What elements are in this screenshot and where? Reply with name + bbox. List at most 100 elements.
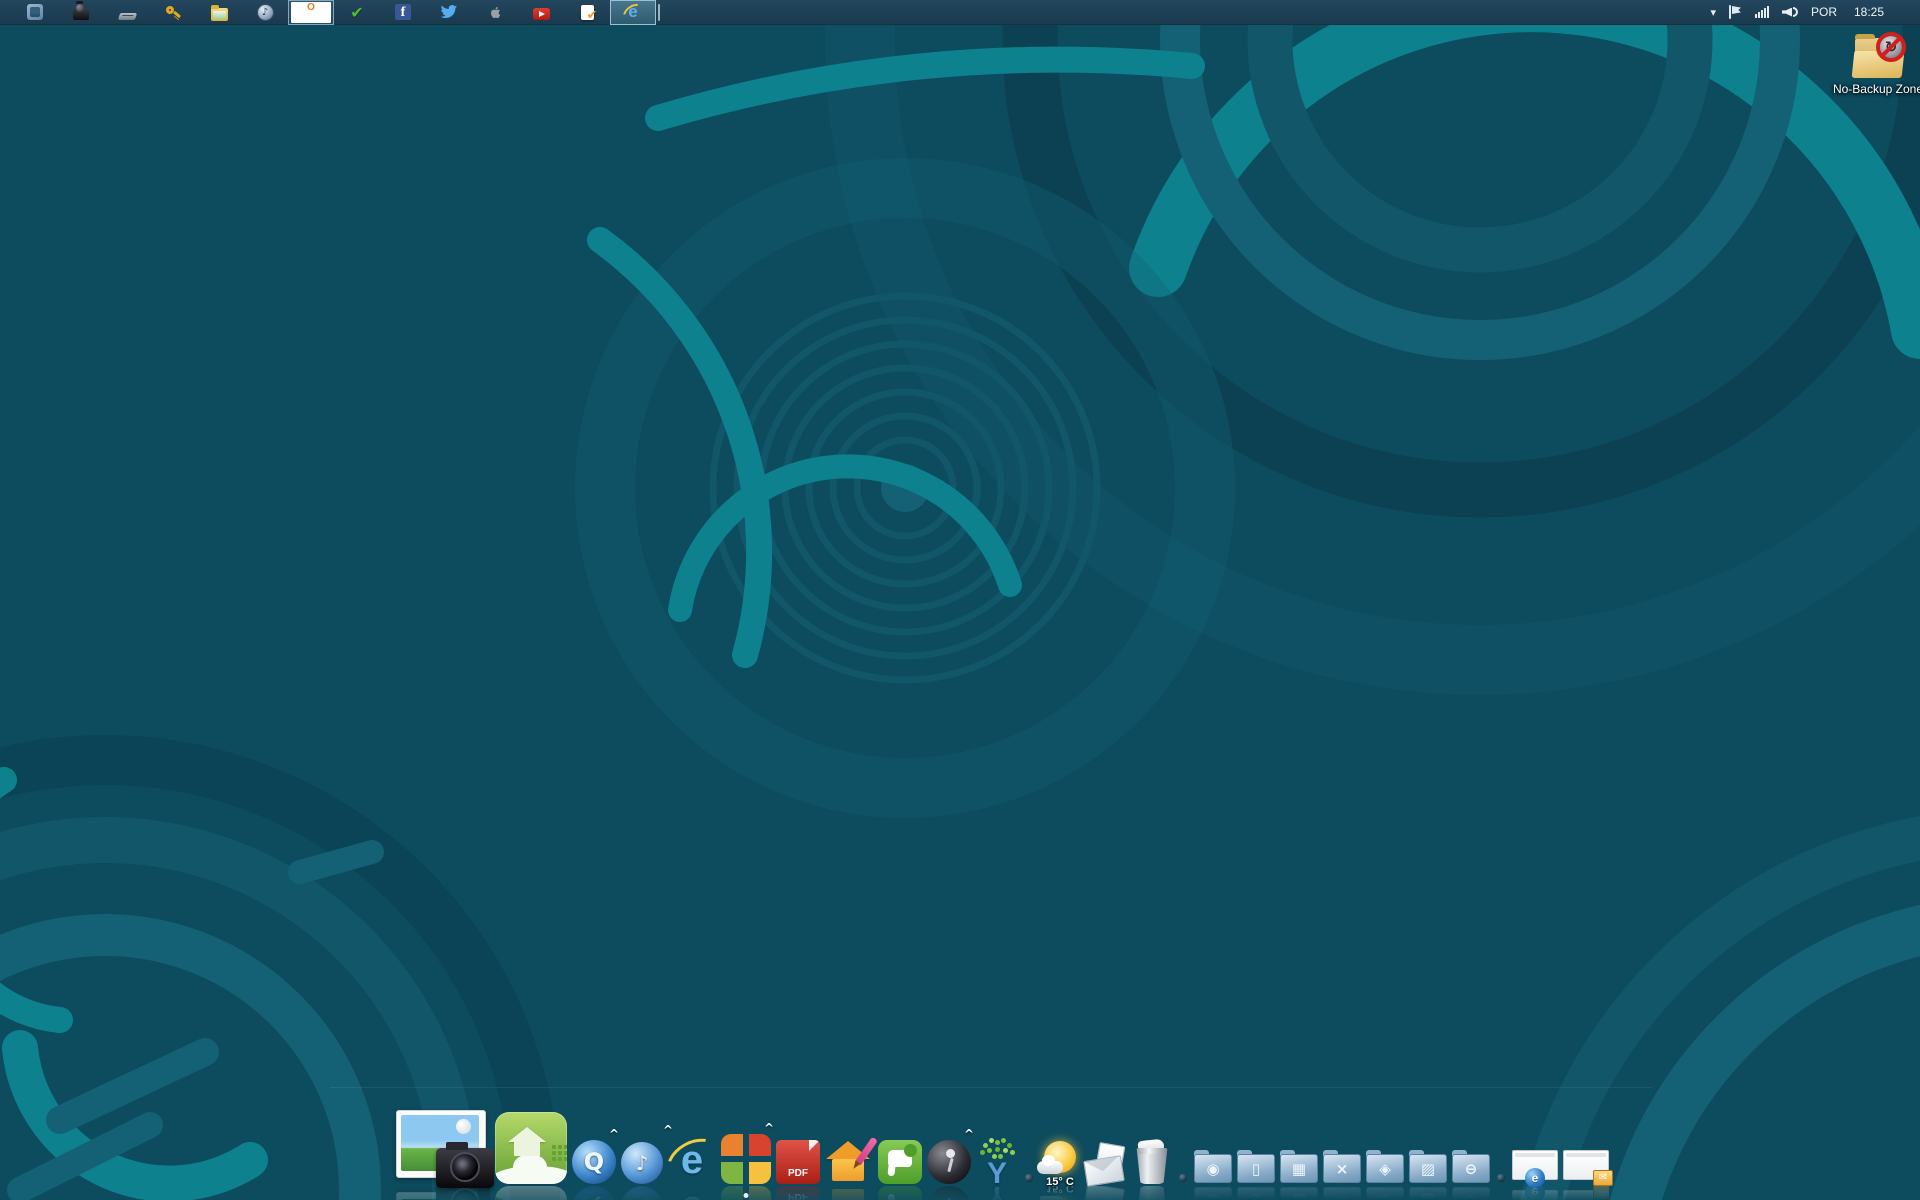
dock-evernote[interactable] [878, 1140, 922, 1184]
twitter-icon [440, 3, 458, 21]
clock[interactable]: 18:25 [1850, 5, 1884, 19]
folder-sync-icon: ◈ [1366, 1154, 1404, 1183]
action-center-flag-icon[interactable] [1729, 5, 1742, 19]
taskbar-button-facebook[interactable]: f [380, 0, 426, 25]
dock-separator [1179, 1174, 1187, 1182]
running-indicator: ^ [764, 1121, 774, 1135]
taskbar-button-internet-explorer[interactable]: e [610, 0, 656, 25]
dock-shelf-line [330, 1087, 1652, 1088]
taskbar: ♪ O ✔ f ✔ [0, 0, 1920, 25]
dock-separator [1497, 1174, 1505, 1182]
dock-window-internet-explorer[interactable]: e [1512, 1150, 1558, 1184]
dock-mail[interactable] [1085, 1144, 1127, 1184]
dock-folder-pictures[interactable]: ▨ [1409, 1154, 1447, 1184]
desktop: ♪ O ✔ f ✔ [0, 0, 1920, 1200]
internet-explorer-icon: e [624, 3, 642, 21]
folder-icon [211, 8, 228, 21]
family-tree-icon: Y [976, 1136, 1018, 1184]
mail-icon [1085, 1144, 1127, 1184]
scanner-icon [117, 13, 136, 20]
photo-gallery-icon [396, 1110, 490, 1184]
dock-folder-sync[interactable]: ◈ [1366, 1154, 1404, 1184]
recorder-icon [927, 1140, 971, 1184]
dock-folder-utilities[interactable]: × [1323, 1154, 1361, 1184]
dock-folder-documents[interactable]: ▯ [1237, 1154, 1275, 1184]
folder-utilities-icon: × [1323, 1154, 1361, 1183]
evernote-icon [878, 1140, 922, 1184]
dock-trash[interactable] [1132, 1138, 1172, 1184]
folder-internet-icon: ◉ [1194, 1154, 1232, 1183]
itunes-icon: ♪ [621, 1142, 663, 1184]
dock-photo-gallery[interactable] [396, 1110, 490, 1184]
dock-folder-tables[interactable]: ▦ [1280, 1154, 1318, 1184]
taskbar-button-youtube[interactable] [518, 0, 564, 25]
wallpaper [0, 0, 1920, 1200]
dock-folder-internet[interactable]: ◉ [1194, 1154, 1232, 1184]
taskbar-button-outlook[interactable]: O [288, 0, 334, 25]
dock-recorder[interactable]: ^ [927, 1140, 971, 1184]
folder-tables-icon: ▦ [1280, 1154, 1318, 1183]
dock-itunes[interactable]: ♪ [621, 1142, 663, 1184]
running-indicator: ^ [964, 1127, 974, 1141]
show-hidden-icons-button[interactable]: ▾ [1710, 6, 1716, 19]
network-signal-icon[interactable] [1755, 6, 1769, 18]
dock-internet-explorer[interactable]: e ^ [668, 1136, 716, 1184]
dock-separator [1025, 1174, 1033, 1182]
outlook-badge-icon: ✉ [1593, 1170, 1613, 1186]
weather-temperature: 15° C [1038, 1176, 1082, 1188]
running-dot-indicator [744, 1193, 749, 1198]
pictures-library-icon [27, 4, 43, 20]
weather-icon: 15° C [1040, 1140, 1080, 1184]
youtube-icon [533, 8, 550, 20]
pdf-icon: PDF [776, 1140, 820, 1184]
dock-family-tree[interactable]: Y [976, 1136, 1018, 1184]
internet-explorer-icon: e [668, 1136, 716, 1184]
office-icon [721, 1134, 771, 1184]
taskbar-button-keys[interactable] [150, 0, 196, 25]
trash-icon [1132, 1138, 1172, 1184]
folder-pictures-icon: ▨ [1409, 1154, 1447, 1183]
taskbar-button-pictures[interactable] [12, 0, 58, 25]
internet-explorer-badge-icon: e [1525, 1168, 1545, 1188]
running-indicator: ^ [609, 1127, 619, 1141]
window-preview-icon: ✉ [1563, 1150, 1609, 1180]
dock-quicktime[interactable]: Q ^ [572, 1140, 616, 1184]
dock: Q ^ ♪ e ^ ^ PDF ^ [396, 1110, 1609, 1184]
keys-icon [165, 4, 182, 21]
folder-documents-icon: ▯ [1237, 1154, 1275, 1183]
taskbar-button-apple[interactable] [472, 0, 518, 25]
dock-home-app[interactable] [495, 1112, 567, 1184]
taskbar-button-file-explorer[interactable] [196, 0, 242, 25]
shortcut-label: No-Backup Zone [1833, 82, 1920, 98]
volume-icon[interactable] [1782, 7, 1798, 17]
checkmark-icon: ✔ [350, 3, 363, 22]
facebook-icon: f [395, 4, 411, 20]
taskbar-button-twitter[interactable] [426, 0, 472, 25]
home-design-icon [825, 1138, 873, 1184]
no-backup-prohibition-icon: ↻ [1876, 32, 1906, 62]
home-app-icon [495, 1112, 567, 1184]
camera-icon [73, 9, 89, 20]
dock-home-design[interactable] [825, 1138, 873, 1184]
taskbar-button-camera[interactable] [58, 0, 104, 25]
running-indicator: ^ [663, 1123, 673, 1137]
task-check-icon: ✔ [581, 5, 594, 20]
dock-window-outlook[interactable]: ✉ [1563, 1150, 1609, 1184]
folder-private-icon: ⊖ [1452, 1154, 1490, 1183]
outlook-icon: O [303, 4, 319, 20]
window-preview-icon: e [1512, 1150, 1558, 1180]
system-tray: ▾ POR 18:25 [1710, 5, 1920, 19]
dock-folder-private[interactable]: ⊖ [1452, 1154, 1490, 1184]
language-indicator[interactable]: POR [1811, 5, 1837, 19]
taskbar-button-check[interactable]: ✔ [334, 0, 380, 25]
dock-weather[interactable]: 15° C [1040, 1140, 1080, 1184]
taskbar-button-scanner[interactable] [104, 0, 150, 25]
desktop-shortcut-no-backup-zone[interactable]: ↻ No-Backup Zone [1832, 36, 1920, 98]
dock-pdf-document[interactable]: PDF [776, 1140, 820, 1184]
apple-icon [487, 4, 504, 21]
itunes-icon: ♪ [257, 4, 274, 21]
taskbar-button-itunes[interactable]: ♪ [242, 0, 288, 25]
no-backup-folder-icon: ↻ [1852, 36, 1904, 78]
taskbar-button-tasks[interactable]: ✔ [564, 0, 610, 25]
dock-office[interactable]: ^ [721, 1134, 771, 1184]
